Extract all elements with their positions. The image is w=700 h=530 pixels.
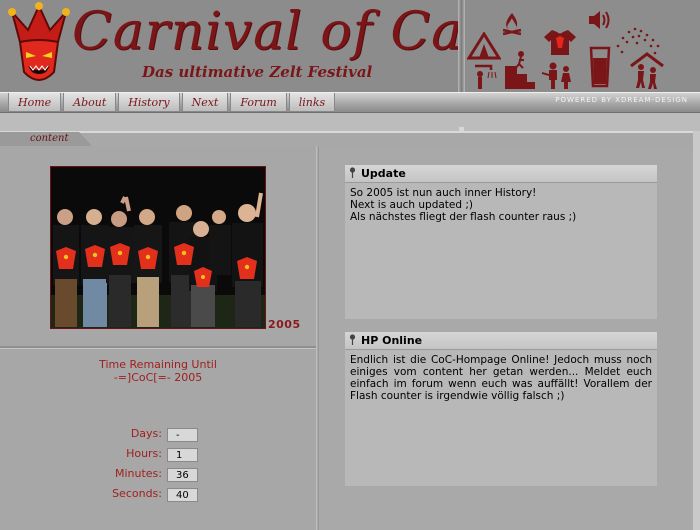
group-photo	[50, 166, 266, 329]
group-photo-image	[51, 167, 265, 328]
header-divider	[458, 0, 465, 92]
tab-strip	[0, 113, 700, 132]
content-tab-label: content	[30, 133, 69, 144]
news-body: So 2005 ist nun auch inner History! Next…	[345, 183, 657, 227]
climb-icon	[505, 51, 535, 89]
powered-by-credit: POWERED BY XDREAM-DESIGN	[555, 96, 688, 104]
jester-mascot-icon	[8, 2, 70, 81]
nav-forum[interactable]: Forum	[230, 93, 287, 112]
tent-icon	[467, 32, 501, 60]
news-line: Next is auch updated ;)	[350, 199, 474, 211]
site-subtitle: Das ultimative Zelt Festival	[142, 63, 373, 81]
news-title: HP Online	[361, 334, 423, 347]
left-separator	[0, 346, 316, 349]
countdown-hours-value: 1	[167, 448, 198, 462]
countdown-days-value: -	[167, 428, 198, 442]
nav-history[interactable]: History	[118, 93, 180, 112]
dancers-icon	[630, 52, 664, 89]
news-title: Update	[361, 167, 406, 180]
people-icon	[542, 62, 571, 89]
right-edge	[693, 131, 700, 530]
countdown-title-line2: -=]CoC[=- 2005	[113, 371, 203, 384]
main-nav: Home About History Next Forum links	[8, 93, 337, 113]
nav-next[interactable]: Next	[181, 93, 229, 112]
logo-area: Carnival of Carnage Das ultimative Zelt …	[0, 0, 621, 92]
tshirt-icon	[544, 30, 576, 55]
countdown-title: Time Remaining Until -=]CoC[=- 2005	[0, 358, 316, 384]
pin-icon	[349, 334, 356, 345]
countdown-seconds-value: 40	[167, 488, 198, 502]
news-line: Als nächstes fliegt der flash counter ra…	[350, 211, 577, 223]
site-header: Carnival of Carnage Das ultimative Zelt …	[0, 0, 700, 92]
speaker-icon	[589, 11, 610, 29]
countdown-minutes-label: Minutes:	[114, 467, 162, 480]
countdown-hours-label: Hours:	[126, 447, 162, 460]
countdown-days-label: Days:	[130, 427, 162, 440]
photo-year-label: 2005	[268, 318, 301, 331]
news-box-update: Update So 2005 ist nun auch inner Histor…	[345, 165, 657, 319]
nav-about[interactable]: About	[63, 93, 117, 112]
tab-strip-knob	[459, 127, 464, 132]
news-box-hp-online: HP Online Endlich ist die CoC-Hompage On…	[345, 332, 657, 486]
countdown-title-line1: Time Remaining Until	[99, 358, 217, 371]
campfire-icon	[502, 13, 522, 36]
tab-strip-line	[0, 131, 693, 133]
pin-icon	[349, 167, 356, 178]
news-body: Endlich ist die CoC-Hompage Online! Jedo…	[350, 354, 652, 402]
nav-home[interactable]: Home	[8, 93, 62, 112]
shower-icon	[475, 64, 497, 89]
drink-glass-icon	[589, 46, 611, 88]
news-header: HP Online	[345, 332, 657, 350]
countdown-minutes-value: 36	[167, 468, 198, 482]
news-line: So 2005 ist nun auch inner History!	[350, 187, 537, 199]
countdown-seconds-label: Seconds:	[112, 487, 162, 500]
news-header: Update	[345, 165, 657, 183]
festival-icons	[465, 0, 700, 92]
nav-links[interactable]: links	[288, 93, 336, 112]
